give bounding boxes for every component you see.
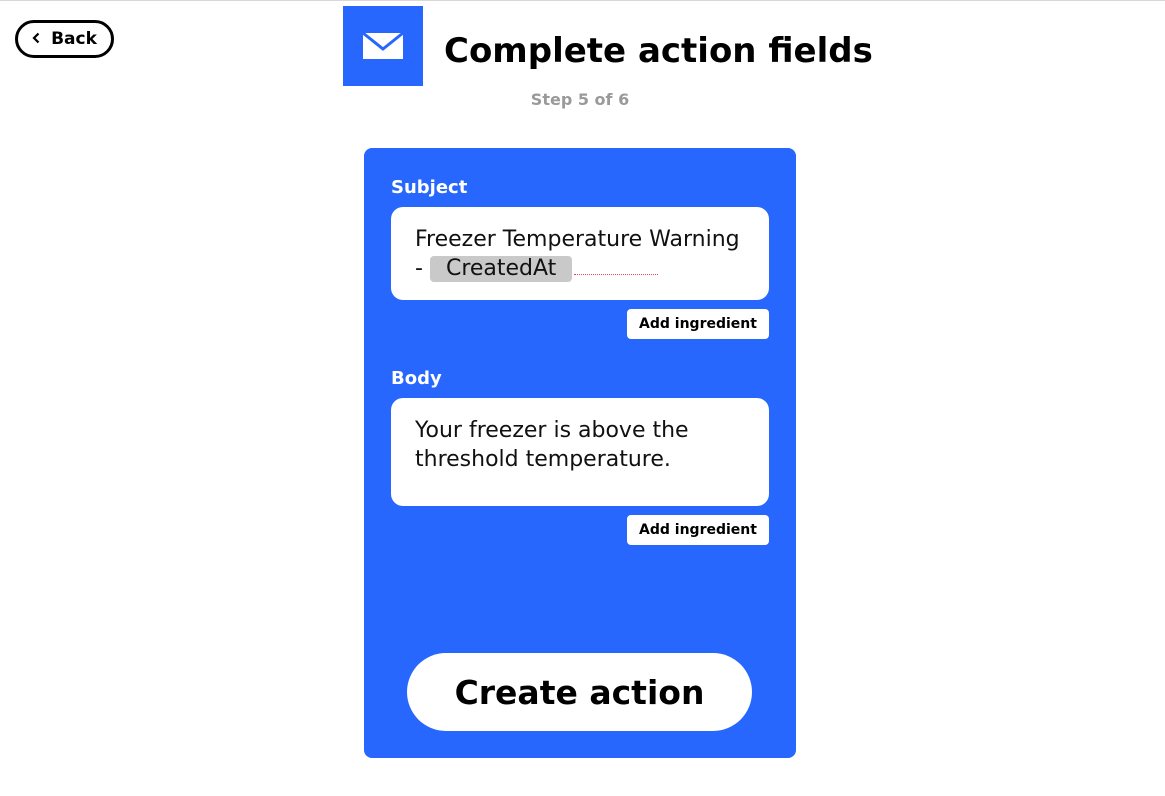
subject-add-ingredient-button[interactable]: Add ingredient xyxy=(627,309,769,339)
create-action-button[interactable]: Create action xyxy=(407,653,752,731)
ingredient-pill[interactable]: CreatedAt xyxy=(429,256,573,282)
body-label: Body xyxy=(391,368,442,389)
body-field[interactable]: Your freezer is above the threshold temp… xyxy=(391,398,769,506)
top-divider xyxy=(0,0,1165,1)
subject-label: Subject xyxy=(391,177,468,198)
body-text: Your freezer is above the threshold temp… xyxy=(415,418,689,472)
page-title: Complete action fields xyxy=(444,31,873,71)
subject-text: Freezer Temperature Warning xyxy=(415,227,740,252)
chevron-left-icon xyxy=(32,29,41,49)
action-fields-card: Subject Freezer Temperature Warning - Cr… xyxy=(364,148,796,758)
subject-field[interactable]: Freezer Temperature Warning - CreatedAt xyxy=(391,207,769,300)
body-add-ingredient-button[interactable]: Add ingredient xyxy=(627,515,769,545)
subject-separator: - xyxy=(415,256,423,281)
step-indicator: Step 5 of 6 xyxy=(530,90,630,109)
back-button[interactable]: Back xyxy=(15,20,114,58)
back-button-label: Back xyxy=(51,29,97,49)
envelope-icon xyxy=(343,6,423,86)
spellcheck-underline xyxy=(574,264,659,275)
